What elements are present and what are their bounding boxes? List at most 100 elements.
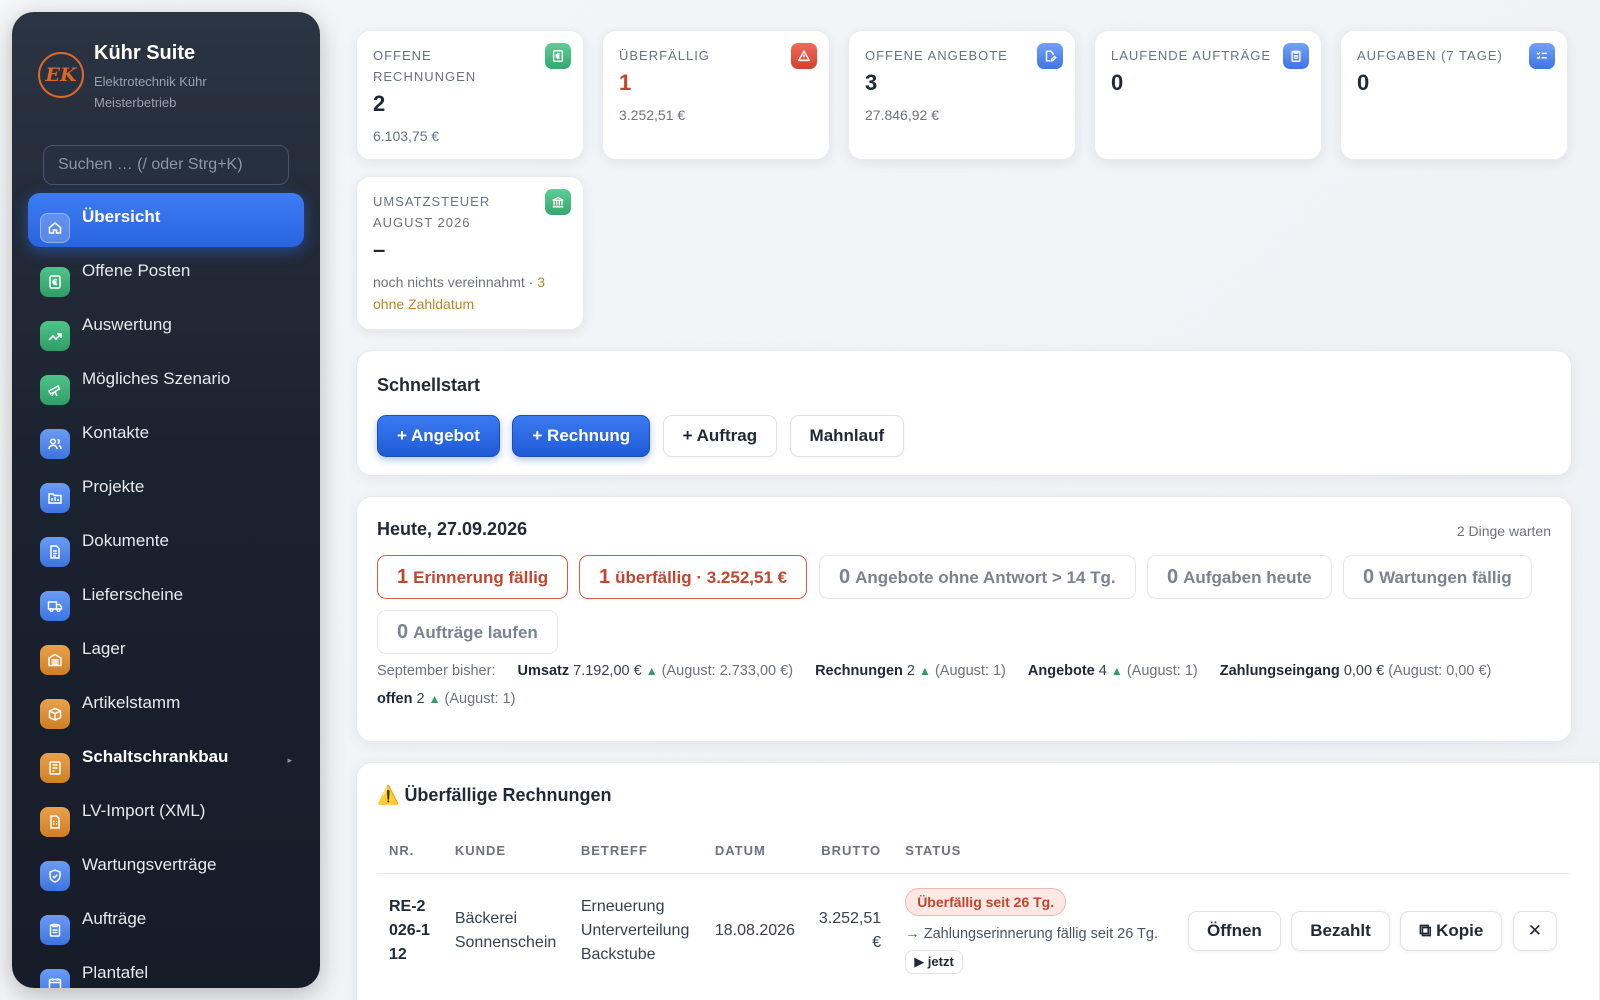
sidebar-item-kontakte[interactable]: Kontakte <box>28 409 304 463</box>
file-xml-icon <box>40 807 70 837</box>
sidebar-item-lager[interactable]: Lager <box>28 625 304 679</box>
kpi-offene-rechnungen[interactable]: Offene Rechnungen 2 6.103,75 € <box>356 30 584 160</box>
kpi-ueberfaellig[interactable]: Überfällig 1 3.252,51 € <box>602 30 830 160</box>
warning-icon: ⚠️ <box>377 785 400 805</box>
col-nr: Nr. <box>377 829 443 874</box>
kpi-label: Laufende Aufträge <box>1111 48 1272 63</box>
overdue-title: ⚠️ Überfällige Rechnungen <box>377 785 612 805</box>
kpi-sub: 3.252,51 € <box>619 107 686 123</box>
calendar-icon <box>40 969 70 988</box>
col-betreff: Betreff <box>568 829 703 874</box>
chip-wartungen[interactable]: 0 Wartungen fällig <box>1343 555 1532 599</box>
euro-icon <box>40 267 70 297</box>
chevron-right-icon: ▸ <box>287 755 292 765</box>
kpi-value: 0 <box>1357 70 1370 95</box>
truck-icon <box>40 591 70 621</box>
col-datum: Datum <box>702 829 807 874</box>
sidebar-item-szenario[interactable]: Mögliches Szenario <box>28 355 304 409</box>
invoice-status: Überfällig seit 26 Tg. → Zahlungserinner… <box>893 873 1182 988</box>
kpi-sub: 6.103,75 € <box>373 128 440 144</box>
sidebar-item-label: Auswertung <box>82 315 172 334</box>
clipboard-icon <box>40 915 70 945</box>
reminder-hint: → Zahlungserinnerung fällig seit 26 Tg. <box>905 925 1159 942</box>
search-input[interactable] <box>43 145 289 185</box>
sidebar-item-schaltschrankbau[interactable]: Schaltschrankbau ▸ <box>28 733 304 787</box>
col-kunde: Kunde <box>442 829 569 874</box>
kpi-sub: noch nichts vereinnahmt · 3 ohne Zahldat… <box>373 274 545 312</box>
dismiss-button[interactable]: ✕ <box>1512 910 1557 951</box>
document-icon <box>40 537 70 567</box>
chip-angebote-ohne-antwort[interactable]: 0 Angebote ohne Antwort > 14 Tg. <box>819 555 1136 599</box>
sidebar-item-label: LV-Import (XML) <box>82 801 206 820</box>
table-row[interactable]: RE-2026-112 Bäckerei Sonnenschein Erneue… <box>377 873 1569 988</box>
kpi-label: Umsatzsteuer August 2026 <box>373 194 491 230</box>
sidebar-item-lv-import[interactable]: LV-Import (XML) <box>28 787 304 841</box>
edit-document-icon <box>1037 43 1063 69</box>
chip-erinnerung[interactable]: 1 Erinnerung fällig <box>377 555 569 599</box>
sidebar-item-wartungsvertraege[interactable]: Wartungsverträge <box>28 841 304 895</box>
kpi-label: Offene Rechnungen <box>373 48 477 84</box>
chip-aufgaben-heute[interactable]: 0 Aufgaben heute <box>1147 555 1332 599</box>
col-status: Status <box>893 829 1183 874</box>
box-icon <box>40 699 70 729</box>
chip-auftraege-laufen[interactable]: 0 Aufträge laufen <box>377 610 558 654</box>
invoice-number[interactable]: RE-2026-112 <box>377 873 443 988</box>
copy-button[interactable]: ⧉ Kopie <box>1400 910 1503 951</box>
sidebar-item-projekte[interactable]: Projekte <box>28 463 304 517</box>
open-button[interactable]: Öffnen <box>1188 910 1281 951</box>
kpi-label: Aufgaben (7 Tage) <box>1357 48 1503 63</box>
sidebar-item-label: Wartungsverträge <box>82 855 217 874</box>
kpi-sub: 27.846,92 € <box>865 107 939 123</box>
schnellstart-panel: Schnellstart + Angebot + Rechnung + Auft… <box>356 350 1572 476</box>
sidebar-item-label: Projekte <box>82 477 145 496</box>
sidebar-item-label: Aufträge <box>82 909 147 928</box>
schnellstart-title: Schnellstart <box>377 375 481 395</box>
kpi-label: Offene Angebote <box>865 48 1008 63</box>
kpi-value: 3 <box>865 70 878 95</box>
remind-now-button[interactable]: ▶ jetzt <box>905 949 963 974</box>
invoice-subject: Erneuerung Unterverteilung Backstube <box>580 897 690 963</box>
clipboard-icon <box>1283 43 1309 69</box>
paid-button[interactable]: Bezahlt <box>1291 910 1390 951</box>
checklist-icon <box>1529 43 1555 69</box>
kpi-offene-angebote[interactable]: Offene Angebote 3 27.846,92 € <box>848 30 1076 160</box>
chip-ueberfaellig[interactable]: 1 überfällig · 3.252,51 € <box>579 555 808 599</box>
kpi-laufende-auftraege[interactable]: Laufende Aufträge 0 <box>1094 30 1322 160</box>
brand: EK Kühr Suite Elektrotechnik Kühr Meiste… <box>38 40 207 113</box>
sidebar-item-label: Plantafel <box>82 963 149 982</box>
invoice-customer: Bäckerei Sonnenschein <box>454 909 557 951</box>
sidebar-item-artikelstamm[interactable]: Artikelstamm <box>28 679 304 733</box>
invoice-actions: Öffnen Bezahlt ⧉ Kopie ✕ <box>1182 873 1569 988</box>
sidebar-item-auswertung[interactable]: Auswertung <box>28 301 304 355</box>
sidebar-item-offene-posten[interactable]: Offene Posten <box>28 247 304 301</box>
cabinet-icon <box>40 753 70 783</box>
sidebar-item-lieferscheine[interactable]: Lieferscheine <box>28 571 304 625</box>
sidebar-item-label: Mögliches Szenario <box>82 369 231 388</box>
sidebar: EK Kühr Suite Elektrotechnik Kühr Meiste… <box>12 12 320 988</box>
today-panel: Heute, 27.09.2026 2 Dinge warten 1 Erinne… <box>356 496 1572 742</box>
users-icon <box>40 429 70 459</box>
arrow-up-icon: ▲ <box>645 664 658 678</box>
sidebar-item-label: Lager <box>82 639 126 658</box>
sidebar-item-auftraege[interactable]: Aufträge <box>28 895 304 949</box>
new-angebot-button[interactable]: + Angebot <box>377 415 500 457</box>
sidebar-item-plantafel[interactable]: Plantafel <box>28 949 304 988</box>
sidebar-item-dokumente[interactable]: Dokumente <box>28 517 304 571</box>
arrow-up-icon: ▲ <box>428 692 441 706</box>
kpi-umsatzsteuer[interactable]: Umsatzsteuer August 2026 – noch nichts v… <box>356 176 584 330</box>
shield-icon <box>40 861 70 891</box>
bank-icon <box>545 189 571 215</box>
sidebar-item-uebersicht[interactable]: Übersicht <box>28 193 304 247</box>
kpi-value: 1 <box>619 70 632 95</box>
arrow-up-icon: ▲ <box>1110 664 1123 678</box>
invoice-date: 18.08.2026 <box>714 921 795 939</box>
new-auftrag-button[interactable]: + Auftrag <box>662 415 778 457</box>
overdue-panel: ⚠️ Überfällige Rechnungen Nr. Kunde Betr… <box>356 762 1600 1000</box>
kpi-aufgaben[interactable]: Aufgaben (7 Tage) 0 <box>1340 30 1568 160</box>
kpi-value: – <box>373 237 386 262</box>
new-rechnung-button[interactable]: + Rechnung <box>512 415 651 457</box>
sidebar-item-label: Schaltschrankbau <box>82 747 229 766</box>
mahnlauf-button[interactable]: Mahnlauf <box>789 415 905 457</box>
folder-icon <box>40 483 70 513</box>
telescope-icon <box>40 375 70 405</box>
